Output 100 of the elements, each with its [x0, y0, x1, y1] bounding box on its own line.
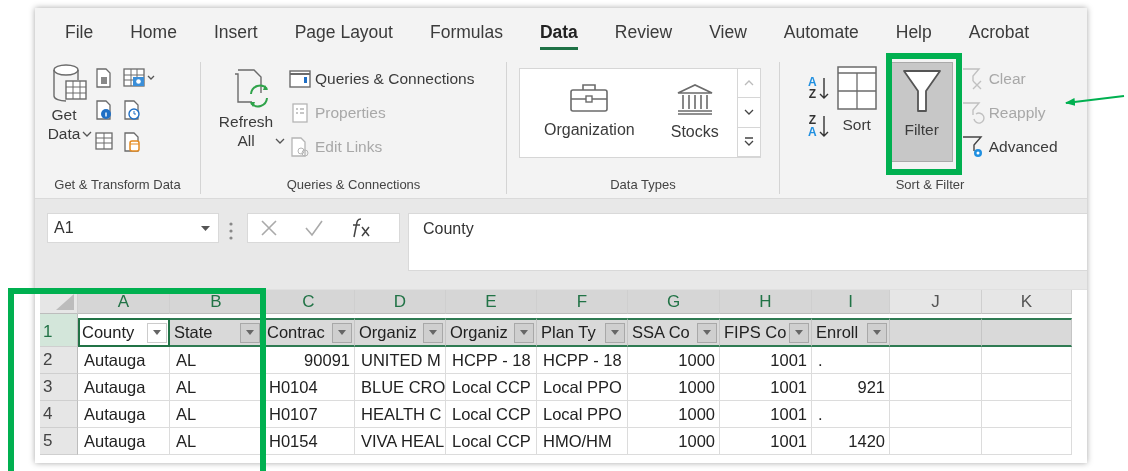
ribbon-tab[interactable]: Formulas: [429, 20, 503, 50]
table-cell: Autauga: [78, 347, 170, 374]
table-cell: UNITED M: [355, 347, 446, 374]
table-cell: Autauga: [78, 401, 170, 428]
group-label: Queries & Connections: [285, 177, 422, 194]
header-cell[interactable]: Organiz: [446, 318, 537, 347]
header-cell[interactable]: SSA Co: [628, 318, 720, 347]
ribbon-tab[interactable]: Help: [895, 20, 932, 50]
formula-field[interactable]: County: [408, 213, 1087, 271]
row-header[interactable]: 2: [40, 347, 78, 374]
ribbon-tab[interactable]: Data: [539, 20, 578, 50]
row-header[interactable]: 4: [40, 401, 78, 428]
dropdown-arrow-icon[interactable]: [201, 225, 210, 231]
table-cell: Local CCP: [446, 428, 537, 455]
table-cell: 1001: [720, 401, 812, 428]
table-cell: 1420: [812, 428, 890, 455]
table-cell: 1001: [720, 347, 812, 374]
table-cell: HCPP - 18: [537, 347, 628, 374]
table-cell: Local PPO: [537, 374, 628, 401]
sort-ascending-button[interactable]: A Z: [808, 76, 829, 100]
group-label: Get & Transform Data: [53, 177, 182, 194]
filter-dropdown-button[interactable]: [240, 322, 260, 343]
table-cell: HMO/HM: [537, 428, 628, 455]
sort-button[interactable]: Sort: [836, 66, 877, 135]
properties-icon: [289, 103, 311, 123]
ribbon-command[interactable]: Queries & Connections: [315, 70, 475, 88]
document-icon: [95, 68, 113, 88]
header-cell[interactable]: Plan Ty: [537, 318, 628, 347]
ribbon-tab[interactable]: Home: [130, 20, 177, 50]
button-label: Refresh All: [218, 113, 274, 151]
row-header[interactable]: 5: [40, 428, 78, 455]
down-arrow-icon: [818, 114, 829, 138]
header-cell[interactable]: [890, 318, 982, 347]
header-cell[interactable]: Contrac: [263, 318, 355, 347]
table-cell: Autauga: [78, 428, 170, 455]
grip-icon: [229, 221, 233, 241]
column-header[interactable]: J: [890, 290, 982, 314]
table-cell: H0154: [263, 428, 355, 455]
column-header[interactable]: I: [812, 290, 890, 314]
filter-dropdown-button[interactable]: [423, 322, 443, 343]
filter-dropdown-button[interactable]: [332, 322, 352, 343]
group-label: Data Types: [609, 177, 677, 194]
table-cell: 90091: [263, 347, 355, 374]
chevron-down-icon: [82, 131, 93, 138]
filter-icon: [901, 69, 942, 113]
ribbon-tab[interactable]: View: [709, 20, 747, 50]
header-cell[interactable]: Enroll: [812, 318, 890, 347]
table-cell: 1001: [720, 374, 812, 401]
sort-descending-button[interactable]: Z A: [808, 114, 829, 138]
advanced-filter-icon: [960, 135, 985, 159]
group-label: Sort & Filter: [894, 177, 966, 194]
get-data-button[interactable]: Get Data: [45, 62, 95, 146]
table-cell: 1000: [628, 428, 720, 455]
header-cell[interactable]: Organiz: [355, 318, 446, 347]
scroll-down-icon[interactable]: [743, 109, 754, 116]
row-header[interactable]: 1: [40, 314, 78, 347]
ribbon-tab[interactable]: Review: [614, 20, 673, 50]
gallery-item[interactable]: Organization: [544, 121, 635, 139]
document-info-icon: [95, 100, 113, 120]
table-cell: 1000: [628, 374, 720, 401]
column-header[interactable]: F: [537, 290, 628, 314]
header-cell[interactable]: FIPS Co: [720, 318, 812, 347]
name-box[interactable]: A1: [47, 213, 219, 243]
ribbon-tab[interactable]: Automate: [783, 20, 859, 50]
filter-dropdown-button[interactable]: [605, 322, 625, 343]
table-cell: VIVA HEAL: [355, 428, 446, 455]
table-cell: BLUE CRO: [355, 374, 446, 401]
column-header[interactable]: K: [982, 290, 1072, 314]
cell-reference: A1: [54, 219, 74, 237]
dropdown-arrow-icon: [429, 330, 437, 335]
table-cell: .: [812, 347, 890, 374]
cancel-icon[interactable]: [260, 219, 278, 237]
gallery-item[interactable]: Stocks: [670, 123, 719, 141]
column-header[interactable]: D: [355, 290, 446, 314]
filter-dropdown-button[interactable]: [789, 322, 809, 343]
filter-dropdown-button[interactable]: [867, 322, 887, 343]
filter-dropdown-button[interactable]: [514, 322, 534, 343]
filter-dropdown-button[interactable]: [697, 322, 717, 343]
ribbon-tab[interactable]: Acrobat: [968, 20, 1030, 50]
header-cell[interactable]: State: [170, 318, 263, 347]
header-cell[interactable]: County: [78, 318, 170, 347]
more-icon[interactable]: [743, 136, 754, 147]
ribbon-tab[interactable]: File: [65, 20, 94, 50]
header-cell[interactable]: [982, 318, 1072, 347]
column-header[interactable]: E: [446, 290, 537, 314]
table-cell: AL: [170, 428, 263, 455]
filter-dropdown-button[interactable]: [147, 322, 167, 343]
ribbon-tab[interactable]: Insert: [213, 20, 258, 50]
ribbon-tab[interactable]: Page Layout: [294, 20, 393, 50]
column-header[interactable]: G: [628, 290, 720, 314]
edit-links-icon: [289, 137, 311, 157]
column-header[interactable]: C: [263, 290, 355, 314]
insert-function-icon[interactable]: [350, 218, 372, 238]
refresh-all-button[interactable]: Refresh All: [221, 68, 283, 151]
column-header[interactable]: H: [720, 290, 812, 314]
filter-button[interactable]: Filter: [890, 62, 953, 162]
ribbon-command[interactable]: Advanced: [988, 138, 1058, 156]
queries-pane-icon: [289, 69, 311, 89]
row-header[interactable]: 3: [40, 374, 78, 401]
enter-check-icon[interactable]: [304, 219, 324, 237]
